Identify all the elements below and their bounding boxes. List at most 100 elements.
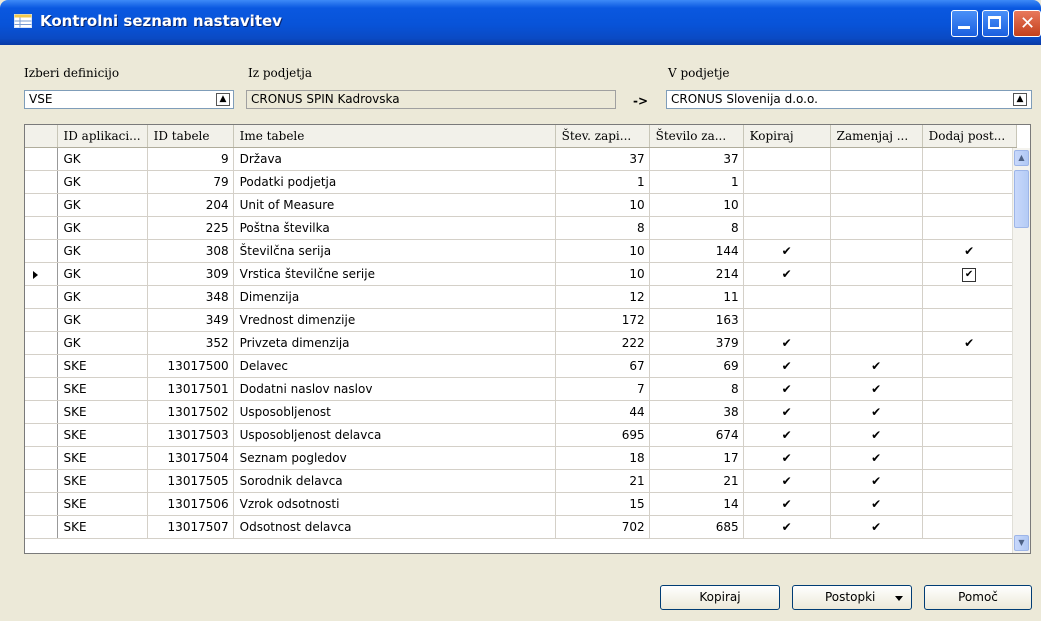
- cell-record-count-from[interactable]: 44: [555, 400, 650, 424]
- cell-record-count-to[interactable]: 214: [649, 262, 744, 286]
- cell-table-name[interactable]: Država: [233, 147, 556, 171]
- to-company-field[interactable]: CRONUS Slovenija d.o.o. ▲: [666, 90, 1032, 109]
- cell-copy[interactable]: ✔: [743, 423, 831, 447]
- cell-record-count-to[interactable]: 8: [649, 216, 744, 240]
- cell-table-id[interactable]: 13017504: [147, 446, 234, 470]
- cell-add[interactable]: [922, 377, 1017, 401]
- cell-replace[interactable]: ✔: [830, 377, 923, 401]
- maximize-button[interactable]: [982, 10, 1009, 37]
- cell-record-count-from[interactable]: 12: [555, 285, 650, 309]
- cell-app-id[interactable]: SKE: [57, 515, 148, 539]
- cell-table-name[interactable]: Odsotnost delavca: [233, 515, 556, 539]
- copy-button[interactable]: Kopiraj: [660, 585, 780, 610]
- cell-add[interactable]: [922, 469, 1017, 493]
- table-row[interactable]: SKE 13017501 Dodatni naslov naslov 7 8 ✔ ✔: [25, 377, 1017, 401]
- cell-record-count-from[interactable]: 222: [555, 331, 650, 355]
- cell-table-id[interactable]: 348: [147, 285, 234, 309]
- cell-add[interactable]: ✔: [922, 331, 1017, 355]
- col-app-id[interactable]: ID aplikaci...: [57, 125, 148, 148]
- vertical-scrollbar[interactable]: ▲ ▼: [1012, 148, 1030, 553]
- cell-app-id[interactable]: SKE: [57, 469, 148, 493]
- cell-replace[interactable]: ✔: [830, 469, 923, 493]
- cell-replace[interactable]: [830, 308, 923, 332]
- cell-table-id[interactable]: 13017507: [147, 515, 234, 539]
- cell-replace[interactable]: [830, 193, 923, 217]
- table-row[interactable]: SKE 13017506 Vzrok odsotnosti 15 14 ✔ ✔: [25, 492, 1017, 516]
- cell-record-count-from[interactable]: 702: [555, 515, 650, 539]
- cell-app-id[interactable]: GK: [57, 216, 148, 240]
- cell-add[interactable]: [922, 446, 1017, 470]
- table-row[interactable]: SKE 13017503 Usposobljenost delavca 695 674 ✔…: [25, 423, 1017, 447]
- cell-copy[interactable]: ✔: [743, 262, 831, 286]
- cell-table-name[interactable]: Delavec: [233, 354, 556, 378]
- cell-table-id[interactable]: 349: [147, 308, 234, 332]
- cell-copy[interactable]: [743, 193, 831, 217]
- row-selector[interactable]: [25, 492, 58, 516]
- table-row[interactable]: SKE 13017507 Odsotnost delavca 702 685 ✔ ✔: [25, 515, 1017, 539]
- col-record-count-from[interactable]: Štev. zapi...: [555, 125, 650, 148]
- cell-record-count-to[interactable]: 10: [649, 193, 744, 217]
- cell-record-count-from[interactable]: 1: [555, 170, 650, 194]
- cell-copy[interactable]: [743, 285, 831, 309]
- cell-record-count-to[interactable]: 685: [649, 515, 744, 539]
- cell-add[interactable]: [922, 423, 1017, 447]
- cell-replace[interactable]: ✔: [830, 492, 923, 516]
- cell-app-id[interactable]: GK: [57, 147, 148, 171]
- cell-copy[interactable]: ✔: [743, 492, 831, 516]
- cell-table-name[interactable]: Vrednost dimenzije: [233, 308, 556, 332]
- lookup-arrow-icon[interactable]: ▲: [216, 93, 230, 106]
- table-row[interactable]: GK 309 Vrstica številčne serije 10 214 ✔ ✔: [25, 262, 1017, 286]
- row-selector[interactable]: [25, 239, 58, 263]
- cell-record-count-from[interactable]: 7: [555, 377, 650, 401]
- cell-add[interactable]: [922, 193, 1017, 217]
- scroll-down-icon[interactable]: ▼: [1014, 535, 1029, 551]
- cell-table-name[interactable]: Številčna serija: [233, 239, 556, 263]
- cell-record-count-from[interactable]: 21: [555, 469, 650, 493]
- cell-add[interactable]: [922, 308, 1017, 332]
- help-button[interactable]: Pomoč: [924, 585, 1032, 610]
- row-selector[interactable]: [25, 170, 58, 194]
- cell-record-count-to[interactable]: 14: [649, 492, 744, 516]
- minimize-button[interactable]: [951, 10, 978, 37]
- cell-record-count-from[interactable]: 10: [555, 239, 650, 263]
- cell-record-count-from[interactable]: 172: [555, 308, 650, 332]
- row-selector[interactable]: [25, 331, 58, 355]
- cell-record-count-to[interactable]: 37: [649, 147, 744, 171]
- cell-replace[interactable]: [830, 331, 923, 355]
- cell-copy[interactable]: [743, 170, 831, 194]
- cell-add[interactable]: ✔: [922, 239, 1017, 263]
- cell-table-name[interactable]: Poštna številka: [233, 216, 556, 240]
- cell-replace[interactable]: [830, 262, 923, 286]
- cell-copy[interactable]: [743, 216, 831, 240]
- cell-add[interactable]: [922, 170, 1017, 194]
- cell-record-count-from[interactable]: 10: [555, 193, 650, 217]
- cell-record-count-from[interactable]: 10: [555, 262, 650, 286]
- row-selector[interactable]: [25, 400, 58, 424]
- cell-table-id[interactable]: 13017503: [147, 423, 234, 447]
- cell-table-id[interactable]: 9: [147, 147, 234, 171]
- cell-table-id[interactable]: 13017505: [147, 469, 234, 493]
- cell-copy[interactable]: ✔: [743, 354, 831, 378]
- table-row[interactable]: GK 79 Podatki podjetja 1 1: [25, 170, 1017, 194]
- cell-table-id[interactable]: 13017500: [147, 354, 234, 378]
- col-table-id[interactable]: ID tabele: [147, 125, 234, 148]
- cell-app-id[interactable]: SKE: [57, 400, 148, 424]
- table-row[interactable]: SKE 13017500 Delavec 67 69 ✔ ✔: [25, 354, 1017, 378]
- cell-copy[interactable]: ✔: [743, 331, 831, 355]
- cell-table-name[interactable]: Dodatni naslov naslov: [233, 377, 556, 401]
- cell-app-id[interactable]: GK: [57, 170, 148, 194]
- close-button[interactable]: ✕: [1013, 10, 1041, 37]
- cell-add[interactable]: [922, 285, 1017, 309]
- scroll-up-icon[interactable]: ▲: [1014, 150, 1029, 166]
- table-row[interactable]: GK 204 Unit of Measure 10 10: [25, 193, 1017, 217]
- cell-app-id[interactable]: SKE: [57, 423, 148, 447]
- cell-app-id[interactable]: SKE: [57, 354, 148, 378]
- cell-table-name[interactable]: Vrstica številčne serije: [233, 262, 556, 286]
- cell-copy[interactable]: ✔: [743, 377, 831, 401]
- table-row[interactable]: GK 225 Poštna številka 8 8: [25, 216, 1017, 240]
- cell-app-id[interactable]: SKE: [57, 446, 148, 470]
- cell-table-id[interactable]: 204: [147, 193, 234, 217]
- row-selector[interactable]: [25, 354, 58, 378]
- cell-table-id[interactable]: 13017506: [147, 492, 234, 516]
- cell-app-id[interactable]: GK: [57, 262, 148, 286]
